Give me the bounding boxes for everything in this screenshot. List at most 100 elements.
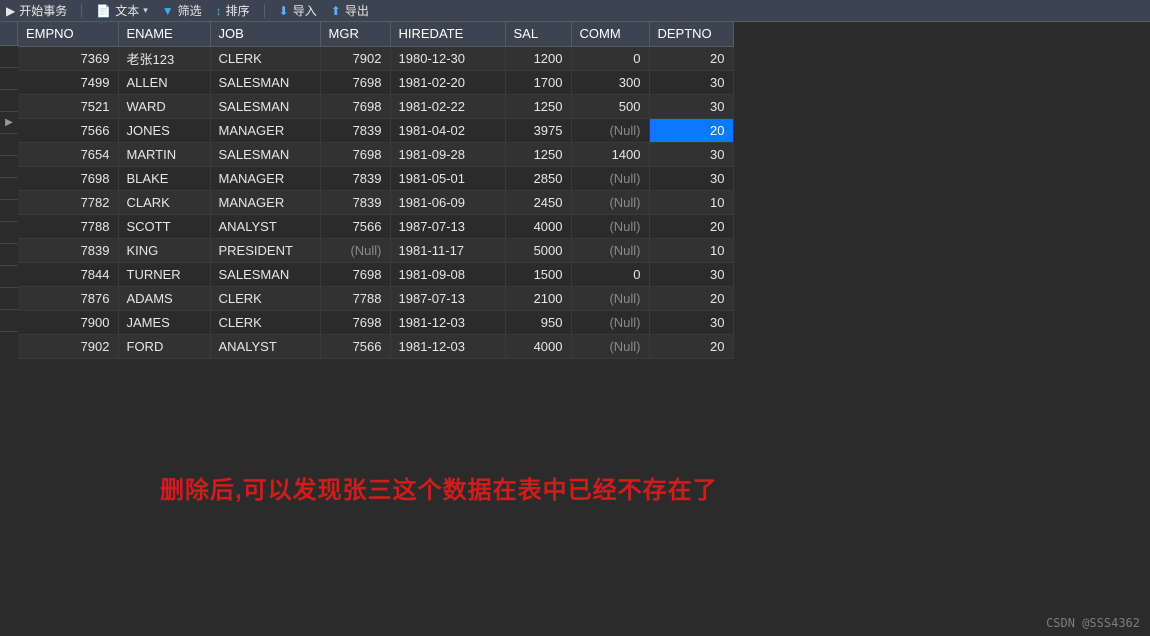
- cell-hiredate[interactable]: 1987-07-13: [390, 214, 505, 238]
- cell-sal[interactable]: 2450: [505, 190, 571, 214]
- cell-hiredate[interactable]: 1981-04-02: [390, 118, 505, 142]
- begin-transaction-button[interactable]: ▶ 开始事务: [6, 2, 67, 19]
- cell-ename[interactable]: MARTIN: [118, 142, 210, 166]
- row-indicator[interactable]: [0, 244, 18, 266]
- cell-deptno[interactable]: 10: [649, 238, 733, 262]
- cell-job[interactable]: SALESMAN: [210, 262, 320, 286]
- column-header-hiredate[interactable]: HIREDATE: [390, 22, 505, 46]
- cell-job[interactable]: MANAGER: [210, 166, 320, 190]
- table-row[interactable]: 7654MARTINSALESMAN76981981-09-2812501400…: [18, 142, 733, 166]
- row-indicator[interactable]: [0, 266, 18, 288]
- cell-hiredate[interactable]: 1981-02-22: [390, 94, 505, 118]
- row-indicator[interactable]: [0, 288, 18, 310]
- cell-deptno[interactable]: 20: [649, 286, 733, 310]
- cell-comm[interactable]: 0: [571, 46, 649, 70]
- cell-mgr[interactable]: 7698: [320, 310, 390, 334]
- text-dropdown[interactable]: 📄 文本 ▾: [96, 2, 148, 19]
- cell-deptno[interactable]: 20: [649, 214, 733, 238]
- export-button[interactable]: ⬆ 导出: [331, 2, 369, 19]
- cell-comm[interactable]: (Null): [571, 190, 649, 214]
- cell-sal[interactable]: 4000: [505, 334, 571, 358]
- column-header-job[interactable]: JOB: [210, 22, 320, 46]
- cell-ename[interactable]: JONES: [118, 118, 210, 142]
- cell-hiredate[interactable]: 1981-02-20: [390, 70, 505, 94]
- cell-deptno[interactable]: 20: [649, 334, 733, 358]
- cell-deptno[interactable]: 20: [649, 46, 733, 70]
- column-header-ename[interactable]: ENAME: [118, 22, 210, 46]
- cell-mgr[interactable]: (Null): [320, 238, 390, 262]
- filter-button[interactable]: ▼ 筛选: [162, 2, 202, 19]
- cell-sal[interactable]: 1250: [505, 142, 571, 166]
- cell-job[interactable]: MANAGER: [210, 190, 320, 214]
- cell-ename[interactable]: KING: [118, 238, 210, 262]
- cell-hiredate[interactable]: 1981-09-08: [390, 262, 505, 286]
- cell-sal[interactable]: 1200: [505, 46, 571, 70]
- cell-empno[interactable]: 7782: [18, 190, 118, 214]
- cell-comm[interactable]: 0: [571, 262, 649, 286]
- cell-mgr[interactable]: 7698: [320, 142, 390, 166]
- cell-comm[interactable]: (Null): [571, 118, 649, 142]
- cell-mgr[interactable]: 7902: [320, 46, 390, 70]
- cell-hiredate[interactable]: 1987-07-13: [390, 286, 505, 310]
- cell-empno[interactable]: 7902: [18, 334, 118, 358]
- row-indicator[interactable]: [0, 134, 18, 156]
- row-indicator[interactable]: [0, 178, 18, 200]
- cell-hiredate[interactable]: 1981-09-28: [390, 142, 505, 166]
- cell-sal[interactable]: 950: [505, 310, 571, 334]
- table-row[interactable]: 7369老张123CLERK79021980-12-301200020: [18, 46, 733, 70]
- cell-sal[interactable]: 4000: [505, 214, 571, 238]
- cell-ename[interactable]: JAMES: [118, 310, 210, 334]
- cell-job[interactable]: CLERK: [210, 46, 320, 70]
- cell-empno[interactable]: 7844: [18, 262, 118, 286]
- table-row[interactable]: 7499ALLENSALESMAN76981981-02-20170030030: [18, 70, 733, 94]
- cell-deptno[interactable]: 30: [649, 142, 733, 166]
- row-indicator[interactable]: [0, 222, 18, 244]
- cell-ename[interactable]: ADAMS: [118, 286, 210, 310]
- table-row[interactable]: 7566JONESMANAGER78391981-04-023975(Null)…: [18, 118, 733, 142]
- cell-job[interactable]: CLERK: [210, 286, 320, 310]
- cell-comm[interactable]: (Null): [571, 334, 649, 358]
- column-header-sal[interactable]: SAL: [505, 22, 571, 46]
- cell-comm[interactable]: (Null): [571, 166, 649, 190]
- sort-button[interactable]: ↕ 排序: [216, 2, 250, 19]
- cell-empno[interactable]: 7839: [18, 238, 118, 262]
- cell-sal[interactable]: 5000: [505, 238, 571, 262]
- column-header-mgr[interactable]: MGR: [320, 22, 390, 46]
- cell-deptno[interactable]: 30: [649, 94, 733, 118]
- cell-sal[interactable]: 2100: [505, 286, 571, 310]
- cell-empno[interactable]: 7788: [18, 214, 118, 238]
- cell-sal[interactable]: 3975: [505, 118, 571, 142]
- cell-mgr[interactable]: 7566: [320, 214, 390, 238]
- column-header-empno[interactable]: EMPNO: [18, 22, 118, 46]
- cell-deptno[interactable]: 10: [649, 190, 733, 214]
- cell-hiredate[interactable]: 1981-12-03: [390, 334, 505, 358]
- row-indicator[interactable]: [0, 46, 18, 68]
- cell-job[interactable]: SALESMAN: [210, 142, 320, 166]
- cell-hiredate[interactable]: 1981-12-03: [390, 310, 505, 334]
- cell-mgr[interactable]: 7839: [320, 190, 390, 214]
- cell-deptno[interactable]: 30: [649, 70, 733, 94]
- cell-deptno[interactable]: 30: [649, 262, 733, 286]
- cell-comm[interactable]: (Null): [571, 238, 649, 262]
- cell-sal[interactable]: 2850: [505, 166, 571, 190]
- cell-comm[interactable]: 1400: [571, 142, 649, 166]
- cell-comm[interactable]: 500: [571, 94, 649, 118]
- cell-ename[interactable]: 老张123: [118, 46, 210, 70]
- cell-job[interactable]: MANAGER: [210, 118, 320, 142]
- cell-job[interactable]: SALESMAN: [210, 94, 320, 118]
- row-indicator[interactable]: [0, 68, 18, 90]
- cell-ename[interactable]: TURNER: [118, 262, 210, 286]
- cell-mgr[interactable]: 7698: [320, 94, 390, 118]
- cell-job[interactable]: PRESIDENT: [210, 238, 320, 262]
- cell-ename[interactable]: FORD: [118, 334, 210, 358]
- cell-ename[interactable]: WARD: [118, 94, 210, 118]
- table-row[interactable]: 7900JAMESCLERK76981981-12-03950(Null)30: [18, 310, 733, 334]
- table-row[interactable]: 7844TURNERSALESMAN76981981-09-081500030: [18, 262, 733, 286]
- cell-job[interactable]: ANALYST: [210, 334, 320, 358]
- cell-empno[interactable]: 7876: [18, 286, 118, 310]
- employee-table[interactable]: EMPNOENAMEJOBMGRHIREDATESALCOMMDEPTNO 73…: [18, 22, 734, 359]
- cell-ename[interactable]: BLAKE: [118, 166, 210, 190]
- cell-job[interactable]: ANALYST: [210, 214, 320, 238]
- cell-mgr[interactable]: 7698: [320, 70, 390, 94]
- cell-comm[interactable]: (Null): [571, 286, 649, 310]
